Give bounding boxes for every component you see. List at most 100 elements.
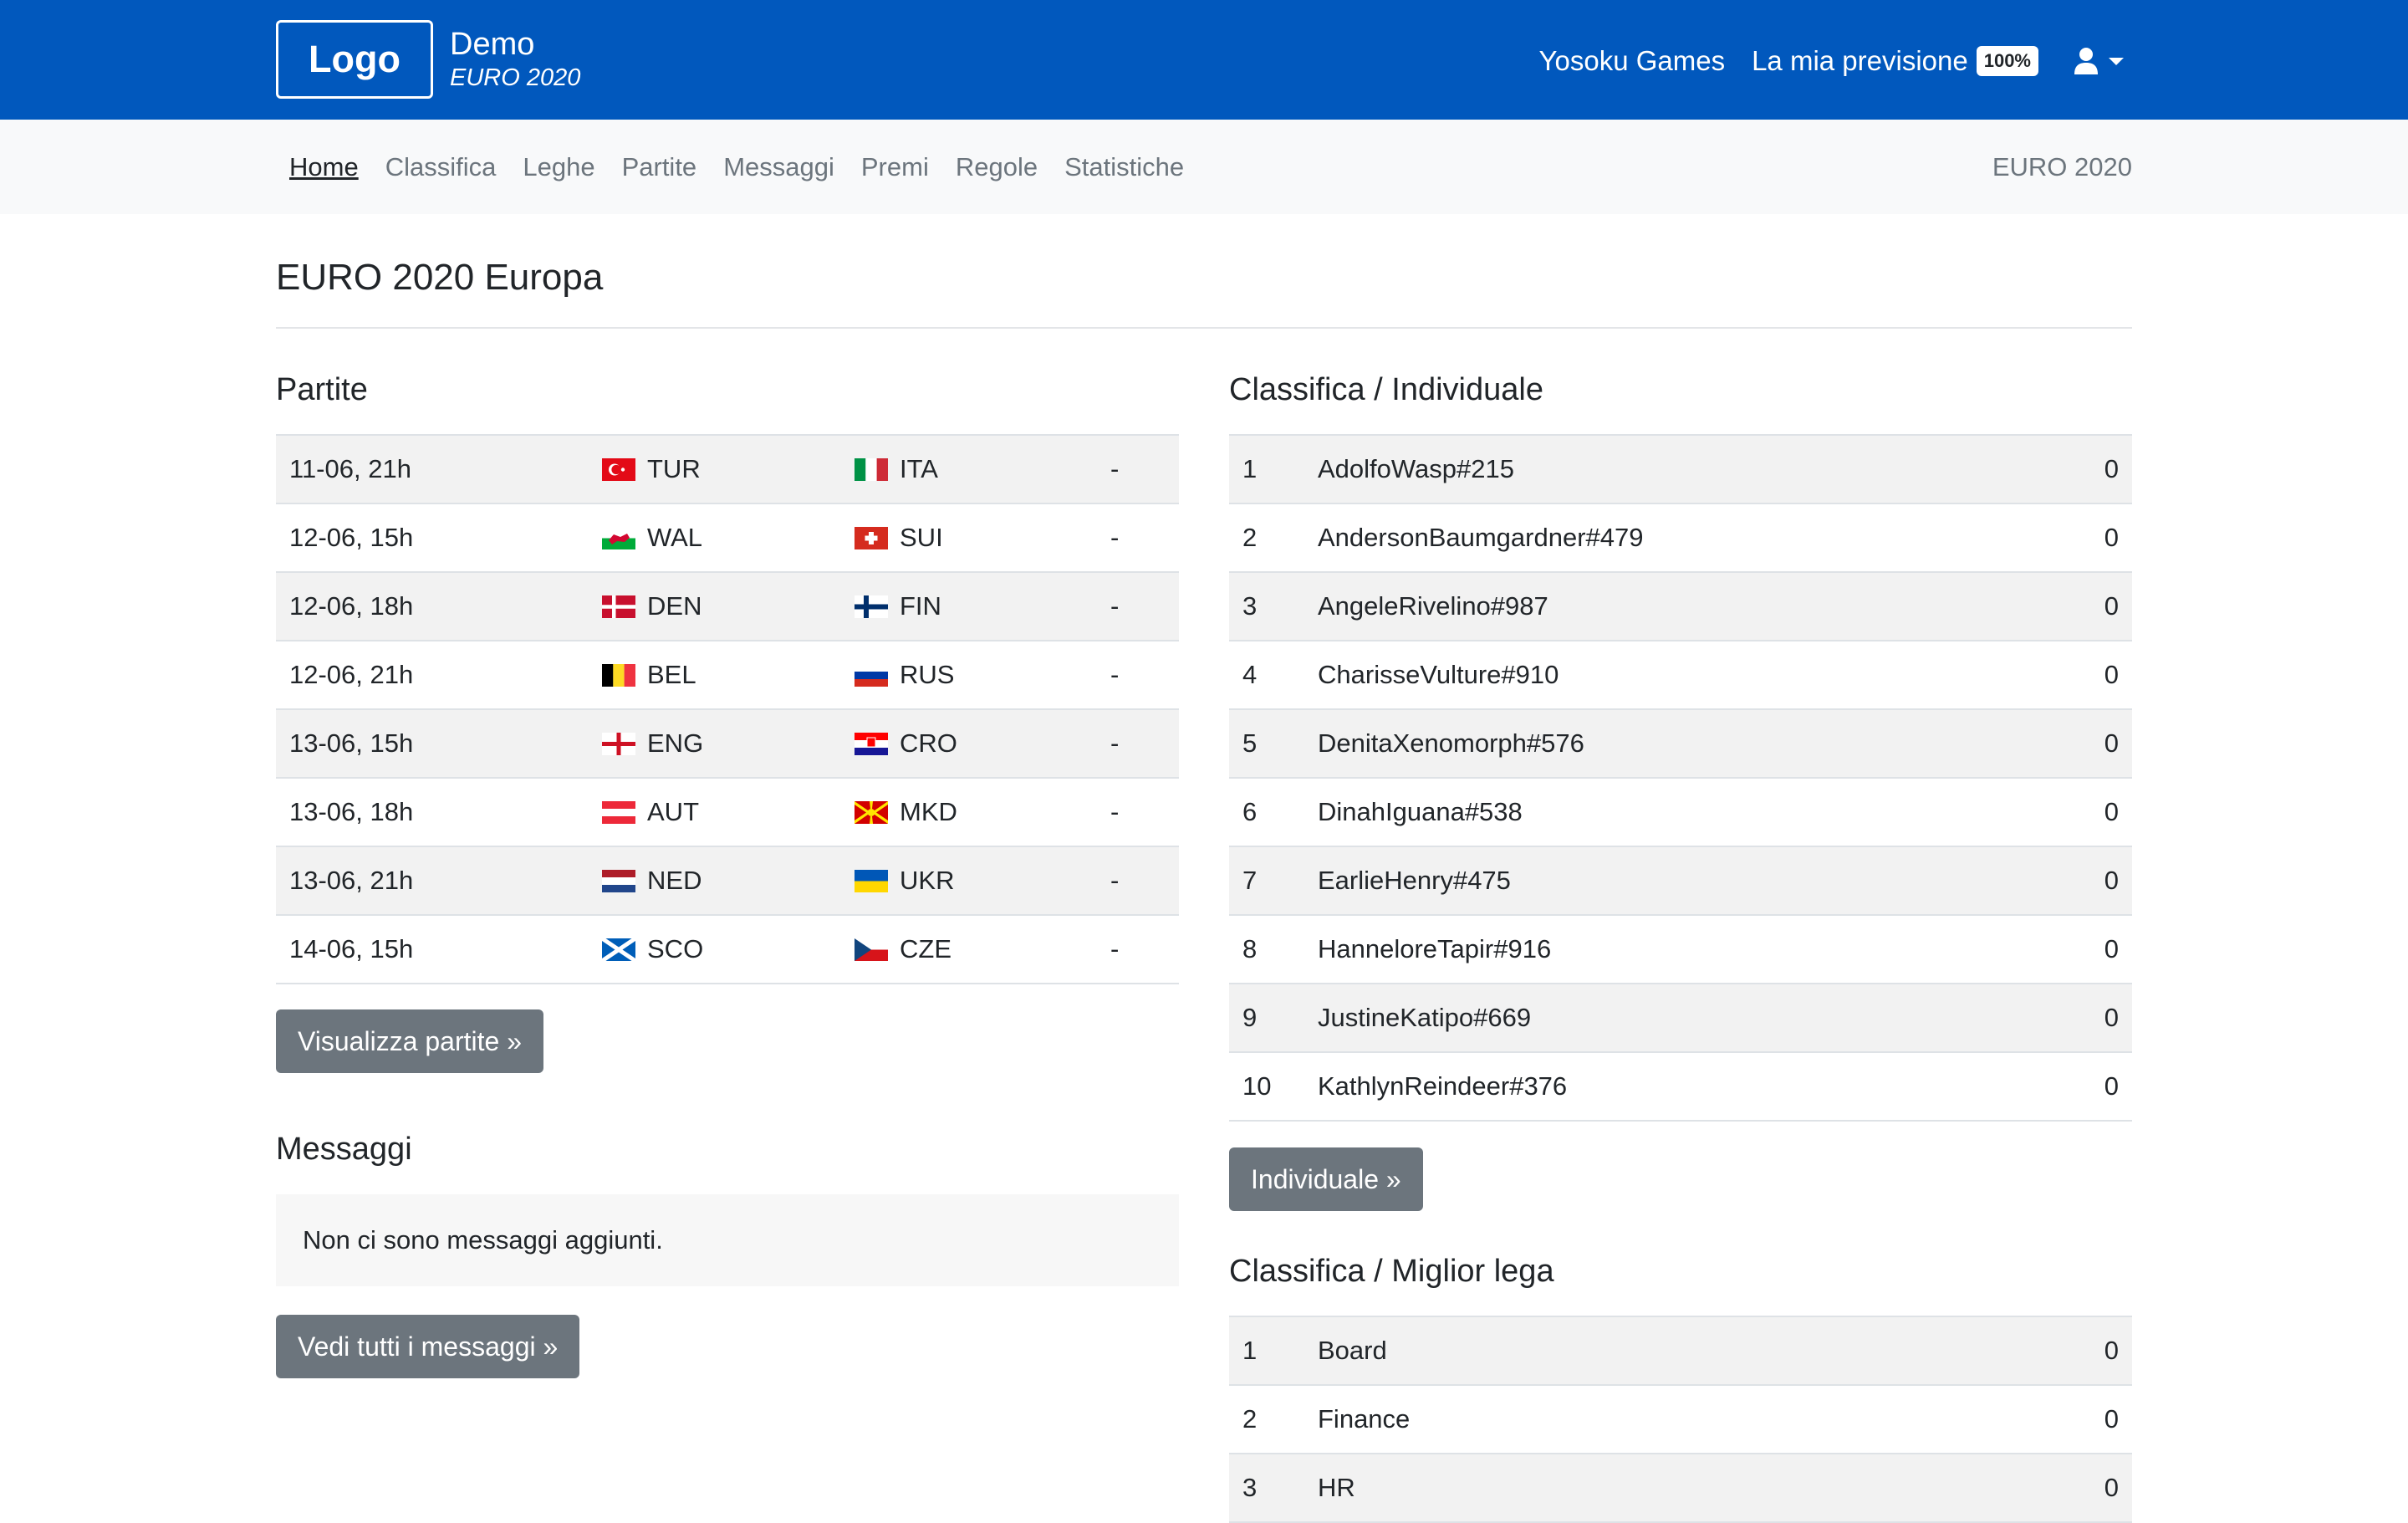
ranking-position: 2 [1242,523,1258,552]
match-date: 12-06, 15h [289,523,414,552]
ranking-position: 5 [1242,728,1258,758]
ranking-row[interactable]: 1 AdolfoWasp#215 0 [1229,436,2132,504]
individual-ranking-table: 1 AdolfoWasp#215 0 2 AndersonBaumgardner#479… [1229,434,2132,1122]
matches-title: Partite [276,372,368,407]
ranking-points: 0 [2104,1336,2119,1365]
brand[interactable]: Demo EURO 2020 [450,25,580,92]
subnav-item-messaggi[interactable]: Messaggi [710,152,848,182]
view-matches-button[interactable]: Visualizza partite » [276,1009,543,1073]
ranking-points: 0 [2104,523,2119,552]
subnav-item-statistiche[interactable]: Statistiche [1051,152,1197,182]
flag-tur-icon [602,457,635,481]
match-home-team: WAL [602,523,702,553]
match-away-team: CZE [855,934,951,964]
match-date: 13-06, 21h [289,866,414,895]
match-score: - [1110,797,1120,826]
flag-eng-icon [602,732,635,755]
ranking-row[interactable]: 3 AngeleRivelino#987 0 [1229,573,2132,641]
match-row[interactable]: 13-06, 15h ENG CRO - [276,710,1179,779]
top-nav-right: Yosoku Games La mia previsione 100% [1539,40,2124,82]
subnav-item-premi[interactable]: Premi [848,152,942,182]
ranking-name: AdolfoWasp#215 [1318,454,1514,483]
league-ranking-title: Classifica / Miglior lega [1229,1254,1554,1289]
match-row[interactable]: 11-06, 21h TUR ITA - [276,436,1179,504]
match-row[interactable]: 12-06, 21h BEL RUS - [276,641,1179,710]
ranking-row[interactable]: 5 DenitaXenomorph#576 0 [1229,710,2132,779]
ranking-row[interactable]: 2 AndersonBaumgardner#479 0 [1229,504,2132,573]
home-team-code: BEL [647,660,696,689]
brand-subtitle: EURO 2020 [450,64,581,91]
match-home-team: ENG [602,728,703,759]
ranking-row[interactable]: 10 KathlynReindeer#376 0 [1229,1053,2132,1122]
ranking-name: HR [1318,1473,1355,1502]
match-home-team: NED [602,866,701,896]
ranking-row[interactable]: 4 CharisseVulture#910 0 [1229,641,2132,710]
flag-ukr-icon [855,869,888,892]
individual-ranking-button[interactable]: Individuale » [1229,1147,1423,1211]
subnav-item-regole[interactable]: Regole [942,152,1051,182]
ranking-name: Board [1318,1336,1387,1365]
match-score: - [1110,660,1120,689]
match-date: 13-06, 15h [289,728,414,758]
yosoku-games-link[interactable]: Yosoku Games [1539,45,1726,77]
ranking-points: 0 [2104,728,2119,758]
ranking-points: 0 [2104,660,2119,689]
subnav-item-classifica[interactable]: Classifica [372,152,510,182]
match-home-team: AUT [602,797,699,827]
match-score: - [1110,866,1120,895]
match-row[interactable]: 12-06, 15h WAL SUI - [276,504,1179,573]
match-row[interactable]: 12-06, 18h DEN FIN - [276,573,1179,641]
my-forecast-link[interactable]: La mia previsione 100% [1752,45,2038,77]
flag-cro-icon [855,732,888,755]
ranking-row[interactable]: 7 EarlieHenry#475 0 [1229,847,2132,916]
logo-text: Logo [309,38,400,80]
subnav-item-leghe[interactable]: Leghe [509,152,608,182]
ranking-row[interactable]: 2 Finance 0 [1229,1386,2132,1454]
ranking-row[interactable]: 8 HanneloreTapir#916 0 [1229,916,2132,984]
ranking-row[interactable]: 6 DinahIguana#538 0 [1229,779,2132,847]
my-forecast-label: La mia previsione [1752,45,1968,76]
ranking-name: EarlieHenry#475 [1318,866,1511,895]
match-date: 12-06, 21h [289,660,414,689]
flag-bel-icon [602,663,635,687]
forecast-progress-badge: 100% [1976,46,2038,76]
flag-mkd-icon [855,800,888,824]
league-ranking-table: 1 Board 0 2 Finance 0 3 HR 0 [1229,1316,2132,1523]
ranking-points: 0 [2104,1071,2119,1101]
ranking-row[interactable]: 9 JustineKatipo#669 0 [1229,984,2132,1053]
match-score: - [1110,728,1120,758]
ranking-position: 4 [1242,660,1258,689]
subnav-item-partite[interactable]: Partite [609,152,711,182]
away-team-code: MKD [900,797,957,826]
ranking-name: CharisseVulture#910 [1318,660,1559,689]
away-team-code: FIN [900,591,941,621]
view-all-messages-button[interactable]: Vedi tutti i messaggi » [276,1315,580,1378]
home-team-code: WAL [647,523,703,552]
match-date: 13-06, 18h [289,797,414,826]
ranking-points: 0 [2104,797,2119,826]
match-score: - [1110,523,1120,552]
ranking-position: 3 [1242,591,1258,621]
user-icon [2074,48,2098,74]
messages-empty-box: Non ci sono messaggi aggiunti. [276,1194,1179,1286]
match-score: - [1110,934,1120,963]
ranking-position: 10 [1242,1071,1272,1101]
messages-empty-text: Non ci sono messaggi aggiunti. [303,1225,663,1255]
user-menu-toggle[interactable] [2074,47,2124,75]
individual-ranking-title: Classifica / Individuale [1229,372,1543,407]
match-row[interactable]: 14-06, 15h SCO CZE - [276,916,1179,984]
ranking-name: Finance [1318,1404,1411,1434]
match-away-team: UKR [855,866,954,896]
subnav-item-home[interactable]: Home [276,152,372,182]
home-team-code: ENG [647,728,704,758]
logo[interactable]: Logo [276,20,433,99]
match-row[interactable]: 13-06, 21h NED UKR - [276,847,1179,916]
ranking-position: 1 [1242,1336,1258,1365]
flag-wal-icon [602,526,635,549]
match-row[interactable]: 13-06, 18h AUT MKD - [276,779,1179,847]
ranking-row[interactable]: 1 Board 0 [1229,1317,2132,1386]
ranking-row[interactable]: 3 HR 0 [1229,1454,2132,1523]
ranking-position: 9 [1242,1003,1258,1032]
ranking-position: 6 [1242,797,1258,826]
away-team-code: SUI [900,523,943,552]
